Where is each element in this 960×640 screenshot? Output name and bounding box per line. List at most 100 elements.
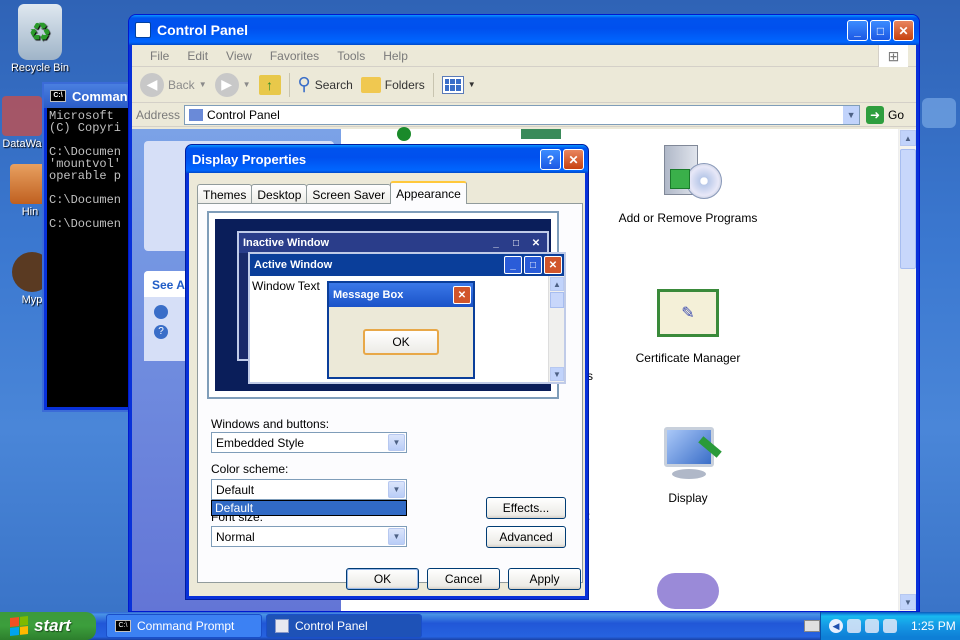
apply-button[interactable]: Apply [508,568,581,590]
tab-screen-saver[interactable]: Screen Saver [306,184,392,204]
console-line: C:\Documen [49,217,122,231]
console-line: (C) Copyri [49,121,122,135]
back-arrow-icon: ◀ [140,72,164,97]
menu-view[interactable]: View [226,49,252,63]
desktop-icon-recycle-bin[interactable]: ♻ Recycle Bin [0,4,80,74]
address-input[interactable]: Control Panel ▼ [184,104,861,125]
tab-desktop[interactable]: Desktop [251,184,308,204]
security-shield-icon[interactable] [847,619,861,633]
cmd-icon: C:\ [115,620,131,632]
scroll-up-icon[interactable]: ▲ [900,130,916,146]
folders-icon [360,76,381,93]
scroll-thumb[interactable] [900,149,916,269]
toolbar-separator [288,72,290,97]
control-panel-titlebar[interactable]: Control Panel _ □ ✕ [129,15,919,45]
network-icon[interactable] [865,619,879,633]
windows-logo-icon: ⊞ [878,45,908,67]
search-label: Search [314,77,353,92]
close-button[interactable]: ✕ [893,20,914,41]
menu-favorites[interactable]: Favorites [270,49,319,63]
advanced-button[interactable]: Advanced [486,526,566,548]
keyboard-icon[interactable] [804,620,820,632]
minimize-button[interactable]: _ [847,20,868,41]
active-titlebar: Active Window _ □ ✕ [250,254,564,276]
cp-item-game-controllers[interactable] [613,569,763,617]
vertical-scrollbar[interactable]: ▲ ▼ [898,129,916,611]
close-icon: ✕ [531,237,541,249]
console-line: C:\Documen [49,193,122,207]
scroll-thumb [550,292,564,308]
inactive-title: Inactive Window [243,237,330,249]
chevron-down-icon[interactable]: ▼ [388,434,405,451]
close-button[interactable]: ✕ [563,149,584,170]
menu-help[interactable]: Help [383,49,408,63]
display-icon [658,423,722,483]
cmd-icon: C:\ [50,90,66,102]
folders-button[interactable]: Folders [360,76,425,93]
windows-update-icon[interactable] [154,305,168,319]
help-button[interactable]: ? [540,149,561,170]
address-dropdown-icon[interactable]: ▼ [843,105,860,124]
cancel-button[interactable]: Cancel [427,568,500,590]
go-button[interactable]: ➜ Go [866,105,904,124]
scroll-up-icon: ▲ [550,277,564,291]
menu-bar: File Edit View Favorites Tools Help ⊞ [132,45,916,67]
start-button[interactable]: start [0,612,96,640]
effects-button[interactable]: Effects... [486,497,566,519]
ok-button[interactable]: OK [346,568,419,590]
search-icon: ⚲ [297,74,311,94]
clock[interactable]: 1:25 PM [911,619,956,633]
folder-icon [189,108,204,121]
scroll-down-icon: ▼ [550,367,564,381]
up-folder-button[interactable]: ↑ [258,74,281,95]
preview-background: Inactive Window _ □ ✕ Active Window _ □ [215,219,566,391]
command-prompt-window[interactable]: C:\ Command Microsoft (C) Copyri C:\Docum… [42,82,142,412]
color-scheme-label: Color scheme: [211,462,289,476]
taskbar: start C:\ Command Prompt Control Panel ◀… [0,612,960,640]
address-label: Address [136,107,181,122]
active-title: Active Window [254,259,333,271]
window-title: Command [72,88,136,104]
cp-item-certificate-manager[interactable]: ✎ Certificate Manager [613,289,763,365]
shortcut-icon [2,96,42,136]
forward-button[interactable]: ▶ ▼ [214,72,251,97]
tab-appearance[interactable]: Appearance [390,181,467,204]
windows-buttons-select[interactable]: Embedded Style ▼ [211,432,407,453]
select-value: Embedded Style [216,435,305,450]
menu-tools[interactable]: Tools [337,49,365,63]
font-size-select[interactable]: Normal ▼ [211,526,407,547]
maximize-icon: □ [512,237,520,249]
views-button[interactable]: ▼ [441,75,476,94]
preview-message-box: Message Box ✕ OK [327,281,475,379]
item-label: Add or Remove Programs [618,211,758,225]
address-value: Control Panel [207,107,280,122]
chevron-down-icon[interactable]: ▼ [388,528,405,545]
search-button[interactable]: ⚲ Search [298,74,353,95]
tray-expand-icon[interactable]: ◀ [829,619,843,633]
menu-file[interactable]: File [150,49,169,63]
item-label: Display [668,491,708,505]
go-arrow-icon: ➜ [866,105,885,124]
maximize-button[interactable]: □ [870,20,891,41]
cp-item-add-remove-programs[interactable]: Add or Remove Programs [613,143,763,225]
scroll-down-icon[interactable]: ▼ [900,594,916,610]
cp-item-display[interactable]: Display [613,423,763,505]
minimize-icon: _ [504,256,522,274]
dialog-title: Display Properties [192,151,307,167]
back-button[interactable]: ◀ Back ▼ [140,72,207,97]
chevron-down-icon[interactable]: ▼ [388,481,405,498]
tab-themes[interactable]: Themes [197,184,253,204]
taskbar-item-command-prompt[interactable]: C:\ Command Prompt [106,614,262,638]
display-properties-dialog[interactable]: Display Properties ? ✕ Themes Desktop Sc… [185,144,589,600]
color-scheme-select[interactable]: Default ▼ [211,479,407,500]
start-label: start [34,616,71,635]
help-icon[interactable]: ? [154,325,168,339]
volume-icon[interactable] [883,619,897,633]
folders-label: Folders [384,77,425,92]
color-scheme-option[interactable]: Default [211,500,407,516]
menu-edit[interactable]: Edit [187,49,208,63]
close-icon: ✕ [453,286,471,304]
game-controller-icon [657,573,719,609]
dialog-titlebar[interactable]: Display Properties ? ✕ [186,145,588,173]
taskbar-item-control-panel[interactable]: Control Panel [266,614,422,638]
